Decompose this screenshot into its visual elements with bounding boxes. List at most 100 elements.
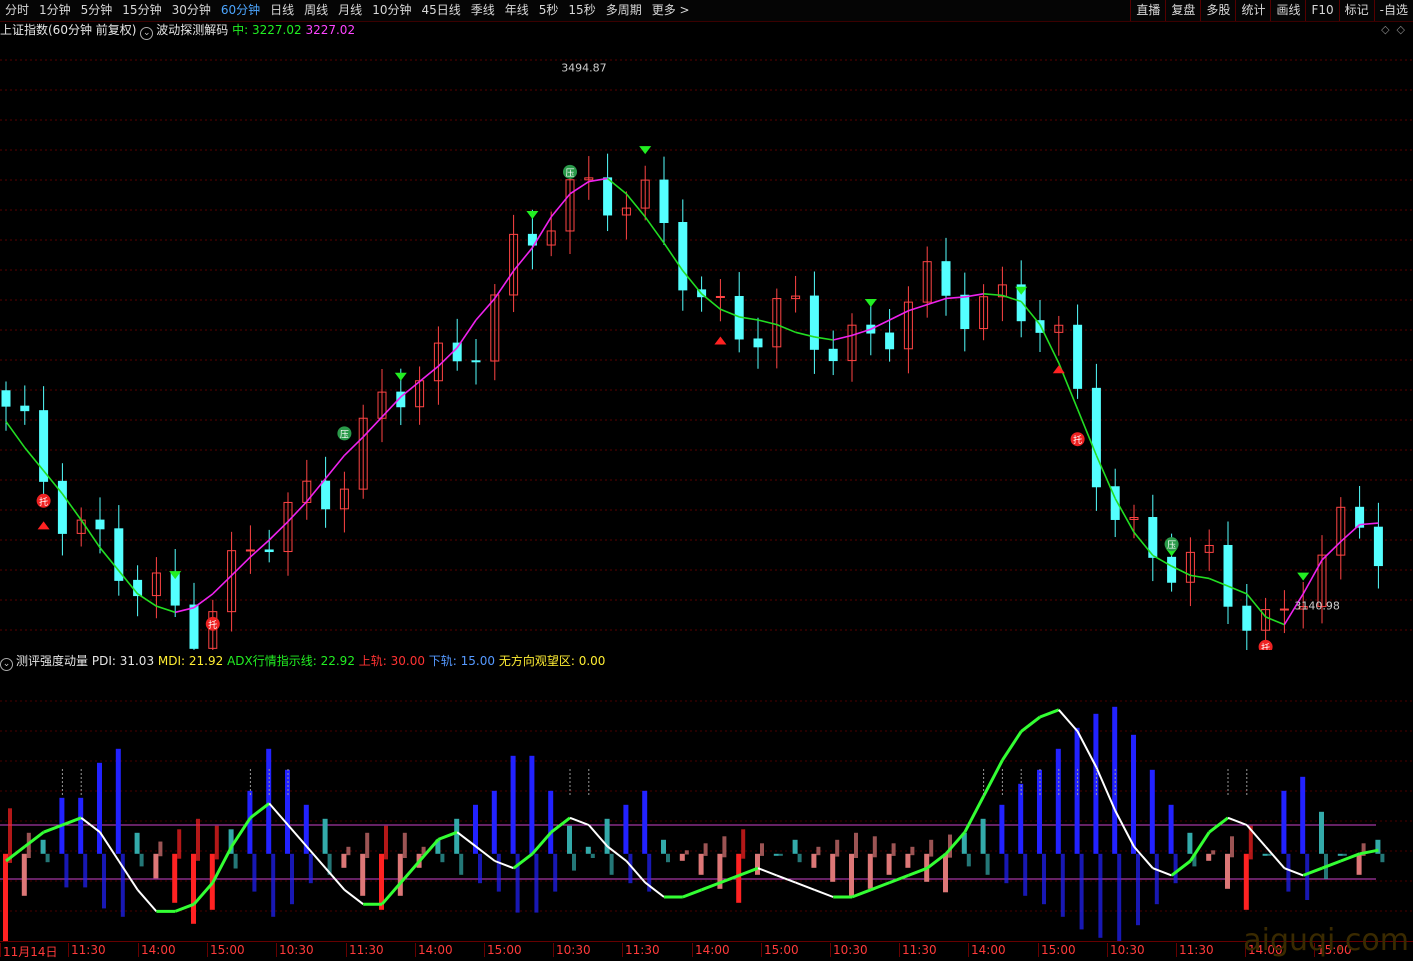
indicator-item-5: 无方向观望区: 0.00 — [499, 654, 606, 668]
tab-period-3[interactable]: 15分钟 — [117, 0, 166, 21]
chevron-down-icon[interactable]: ⌄ — [0, 658, 13, 671]
momentum-bar — [943, 854, 948, 893]
watermark: aiguqi.com — [1243, 923, 1409, 958]
tab-period-13[interactable]: 5秒 — [534, 0, 564, 21]
tab-period-4[interactable]: 30分钟 — [167, 0, 216, 21]
momentum-bar — [97, 763, 102, 854]
mid-value: 3227.02 — [252, 23, 302, 37]
tab-period-16[interactable]: 更多 > — [647, 0, 695, 21]
momentum-bar — [116, 749, 121, 854]
toolbar-button-6[interactable]: 标记 — [1339, 0, 1374, 21]
momentum-bar — [341, 854, 346, 868]
price-chart[interactable]: 3494.873140.98压压压托托托托 — [0, 40, 1413, 650]
candle-body — [961, 295, 969, 328]
adx-line-segment — [796, 883, 815, 890]
tab-period-10[interactable]: 45日线 — [416, 0, 465, 21]
momentum-bar-secondary — [46, 854, 50, 862]
tab-period-5[interactable]: 60分钟 — [216, 0, 265, 21]
momentum-bar — [567, 826, 572, 854]
toolbar-button-3[interactable]: 统计 — [1235, 0, 1270, 21]
momentum-bar — [981, 819, 986, 854]
indicator-name[interactable]: 波动探测解码 — [156, 23, 228, 37]
mid-line-segment — [514, 248, 533, 271]
tab-period-0[interactable]: 分时 — [0, 0, 34, 21]
indicator-item-3: 上轨: 30.00 — [359, 654, 429, 668]
momentum-bar — [135, 833, 140, 854]
momentum-bar-secondary — [910, 847, 914, 855]
mid-line-segment — [927, 298, 946, 304]
momentum-bar-secondary — [440, 854, 444, 862]
indicator-item-4: 下轨: 15.00 — [429, 654, 499, 668]
momentum-bar-secondary — [1080, 854, 1084, 930]
collapse-icon[interactable]: ◇ — [1397, 23, 1405, 36]
mid-line-segment — [401, 382, 420, 397]
momentum-bar — [1150, 770, 1155, 854]
press-badge-text: 压 — [340, 429, 349, 440]
mid-line-segment — [1266, 617, 1285, 625]
tab-period-8[interactable]: 月线 — [333, 0, 367, 21]
momentum-bar — [22, 854, 27, 896]
mid-line-segment — [890, 311, 909, 320]
tab-period-7[interactable]: 周线 — [299, 0, 333, 21]
toolbar-button-2[interactable]: 多股 — [1200, 0, 1235, 21]
toolbar-button-5[interactable]: F10 — [1305, 0, 1338, 21]
momentum-bar-secondary — [1004, 854, 1008, 883]
press-triangle — [526, 211, 538, 219]
mid-line-segment — [1190, 575, 1209, 578]
tab-period-9[interactable]: 10分钟 — [367, 0, 416, 21]
chevron-down-icon[interactable]: ⌄ — [140, 27, 153, 40]
mid-line-segment — [288, 502, 307, 522]
momentum-bar-secondary — [1117, 854, 1121, 941]
candle-body — [21, 406, 29, 411]
support-triangle — [714, 336, 726, 344]
momentum-bar-secondary — [234, 854, 238, 869]
toolbar-button-4[interactable]: 画线 — [1270, 0, 1305, 21]
symbol-label[interactable]: 上证指数(60分钟 前复权) — [0, 23, 136, 37]
candle-body — [1074, 325, 1082, 388]
momentum-bar — [905, 854, 910, 868]
momentum-bar-secondary — [929, 840, 933, 857]
momentum-bar-secondary — [478, 854, 482, 883]
mid-line-segment — [1322, 542, 1341, 560]
momentum-bar — [323, 819, 328, 854]
tab-period-11[interactable]: 季线 — [466, 0, 500, 21]
tab-period-15[interactable]: 多周期 — [601, 0, 647, 21]
toolbar-button-7[interactable]: -自选 — [1374, 0, 1413, 21]
momentum-bar-secondary — [309, 854, 313, 883]
tab-period-12[interactable]: 年线 — [500, 0, 534, 21]
momentum-bar — [755, 854, 760, 875]
toolbar-button-1[interactable]: 复盘 — [1165, 0, 1200, 21]
diamond-icon[interactable]: ◇ — [1381, 23, 1389, 36]
momentum-bar-secondary — [1061, 854, 1065, 917]
time-axis: 11月14日11:3014:0015:0010:3011:3014:0015:0… — [0, 941, 1413, 961]
momentum-bar-secondary — [610, 854, 614, 875]
momentum-bar-secondary — [83, 854, 87, 888]
momentum-bar-secondary — [534, 854, 538, 913]
momentum-bar-secondary — [967, 854, 971, 867]
indicator-item-1: MDI: 21.92 — [158, 654, 227, 668]
axis-tick-10: 14:00 — [695, 943, 730, 957]
momentum-bar — [999, 805, 1004, 854]
momentum-bar — [266, 749, 271, 854]
momentum-bar-secondary — [1230, 836, 1234, 857]
momentum-bar — [191, 854, 196, 924]
candle-body — [246, 550, 254, 551]
momentum-bar-secondary — [290, 854, 294, 904]
candle-body — [115, 529, 123, 581]
tab-period-1[interactable]: 1分钟 — [34, 0, 76, 21]
indicator-chart[interactable] — [0, 671, 1413, 941]
tab-period-2[interactable]: 5分钟 — [76, 0, 118, 21]
momentum-bar-secondary — [365, 833, 369, 858]
momentum-bar — [3, 854, 8, 941]
tab-period-14[interactable]: 15秒 — [563, 0, 600, 21]
momentum-bar — [811, 854, 816, 868]
toolbar-button-0[interactable]: 直播 — [1130, 0, 1165, 21]
momentum-bar — [1112, 707, 1117, 854]
support-triangle — [1053, 365, 1065, 373]
axis-tick-12: 10:30 — [833, 943, 868, 957]
tab-period-6[interactable]: 日线 — [265, 0, 299, 21]
candle-body — [1224, 545, 1232, 606]
press-triangle — [865, 299, 877, 307]
momentum-bar-secondary — [158, 842, 162, 857]
indicator-panel-name[interactable]: 测评强度动量 — [16, 654, 88, 668]
